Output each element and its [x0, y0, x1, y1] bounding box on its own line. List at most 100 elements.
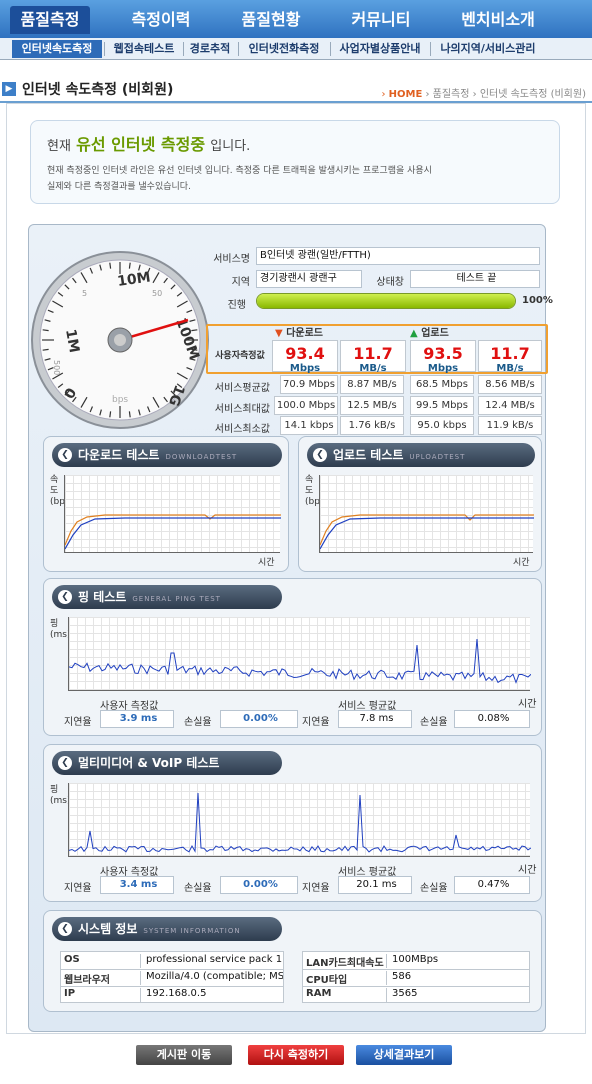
- user-up-mbps-unit: Mbps: [427, 363, 459, 374]
- voip-avg-latency: 20.1 ms: [338, 876, 412, 894]
- arrow-icon: ❮: [313, 448, 327, 462]
- notice-line-2: 실제와 다른 측정결과를 낼수있습니다.: [47, 182, 191, 192]
- system-info-header: ❮ 시스템 정보 SYSTEM INFORMATION: [52, 917, 282, 941]
- arrow-icon: ❮: [58, 756, 72, 770]
- notice-suffix: 입니다.: [210, 139, 251, 154]
- voip-user-loss: 0.00%: [220, 876, 298, 894]
- min-down-mbps: 14.1 kbps: [280, 416, 338, 435]
- tab-quality-measure[interactable]: 품질측정: [10, 6, 90, 34]
- gauge-unit: bps: [112, 395, 128, 405]
- lan-label: LAN카드최대속도: [303, 954, 387, 969]
- download-y-label: 속도(bps): [50, 475, 74, 507]
- voip-line: [69, 792, 531, 853]
- user-down-mbps-value: 93.4: [285, 344, 325, 363]
- max-down-mbs: 12.5 MB/s: [340, 396, 404, 415]
- user-measure-label: 사용자측정값: [215, 351, 265, 361]
- upload-y-label: 속도(bps): [305, 475, 329, 507]
- ping-avg-loss-label: 손실율: [420, 717, 448, 728]
- download-header: ▼ 다운로드: [275, 324, 323, 339]
- breadcrumb: › HOME › 품질측정 › 인터넷 속도측정 (비회원): [381, 89, 586, 100]
- max-up-mbs: 12.4 MB/s: [478, 396, 542, 415]
- ping-x-label: 시간: [518, 699, 537, 710]
- board-button[interactable]: 게시판 이동: [136, 1045, 232, 1065]
- ping-test-subtitle: GENERAL PING TEST: [132, 595, 221, 603]
- notice-title: 현재 유선 인터넷 측정중 입니다.: [47, 131, 250, 155]
- ping-user-latency: 3.9 ms: [100, 710, 174, 728]
- user-up-mbps: 93.5 Mbps: [410, 340, 476, 374]
- subtab-traceroute[interactable]: 경로추적: [184, 40, 236, 58]
- max-up-mbps: 99.5 Mbps: [410, 396, 474, 415]
- os-value: professional service pack 1 (: [146, 954, 283, 965]
- voip-user-latency-label: 지연율: [64, 883, 92, 894]
- ping-test-title: 핑 테스트: [78, 590, 127, 604]
- arrow-icon: ❮: [58, 922, 72, 936]
- status-label: 상태창: [376, 277, 404, 288]
- min-down-mbs: 1.76 kB/s: [340, 416, 404, 435]
- main-nav: 품질측정 측정이력 품질현황 커뮤니티 벤치비소개: [0, 0, 592, 38]
- breadcrumb-home[interactable]: HOME: [389, 89, 423, 100]
- tab-measure-history[interactable]: 측정이력: [116, 6, 206, 34]
- retest-button[interactable]: 다시 측정하기: [248, 1045, 344, 1065]
- notice-line-1: 현재 측정중인 인터넷 라인은 유선 인터넷 입니다. 측정중 다른 트래픽을 …: [47, 166, 432, 176]
- down-arrow-icon: ▼: [275, 328, 283, 339]
- upload-header-label: 업로드: [421, 328, 449, 339]
- gauge-label-5: 5: [82, 289, 87, 298]
- subtab-products[interactable]: 사업자별상품안내: [332, 40, 428, 58]
- gauge-label-500: 500: [52, 360, 61, 375]
- voip-avg-loss: 0.47%: [454, 876, 530, 894]
- system-info-section: ❮ 시스템 정보 SYSTEM INFORMATION OS professiona…: [43, 910, 542, 1012]
- ping-user-loss: 0.00%: [220, 710, 298, 728]
- download-test-section: ❮ 다운로드 테스트 DOWNLOADTEST 속도(bps) 시간: [43, 436, 289, 572]
- voip-chart: [68, 783, 531, 857]
- subtab-web-access[interactable]: 웹접속테스트: [106, 40, 182, 58]
- user-up-mbs-value: 11.7: [490, 344, 530, 363]
- download-header-label: 다운로드: [286, 328, 323, 339]
- download-chart: [64, 475, 281, 553]
- up-arrow-icon: ▲: [410, 328, 418, 339]
- user-down-mbs: 11.7 MB/s: [340, 340, 406, 374]
- user-down-mbps-unit: Mbps: [289, 363, 321, 374]
- upload-header: ▲ 업로드: [410, 324, 449, 339]
- tab-benchbee-intro[interactable]: 벤치비소개: [448, 6, 548, 34]
- download-test-subtitle: DOWNLOADTEST: [165, 453, 238, 461]
- sub-nav: 인터넷속도측정 웹접속테스트 경로추적 인터넷전화측정 사업자별상품안내 나의지…: [0, 38, 592, 60]
- breadcrumb-current: 인터넷 속도측정 (비회원): [479, 89, 586, 100]
- subtab-my-region[interactable]: 나의지역/서비스관리: [432, 40, 544, 58]
- subtab-speed-test[interactable]: 인터넷속도측정: [12, 40, 102, 58]
- notice-prefix: 현재: [47, 139, 71, 154]
- ping-user-latency-label: 지연율: [64, 717, 92, 728]
- min-row-label: 서비스최소값: [214, 424, 270, 435]
- avg-down-mbps: 70.9 Mbps: [280, 375, 338, 394]
- max-down-mbps: 100.0 Mbps: [274, 396, 338, 415]
- tab-community[interactable]: 커뮤니티: [336, 6, 426, 34]
- page-title: 인터넷 속도측정 (비회원): [22, 82, 174, 98]
- upload-chart: [319, 475, 534, 553]
- min-up-mbps: 95.0 kbps: [410, 416, 474, 435]
- progress-bar: [256, 293, 516, 309]
- avg-up-mbps: 68.5 Mbps: [410, 375, 474, 394]
- avg-up-mbs: 8.56 MB/s: [478, 375, 542, 394]
- avg-row-label: 서비스평균값: [214, 383, 270, 394]
- detail-result-button[interactable]: 상세결과보기: [356, 1045, 452, 1065]
- ip-value: 192.168.0.5: [146, 988, 207, 999]
- system-info-title: 시스템 정보: [78, 922, 138, 936]
- user-down-mbps: 93.4 Mbps: [272, 340, 338, 374]
- ping-line: [69, 638, 531, 684]
- arrow-icon: ❮: [58, 590, 72, 604]
- os-label: OS: [61, 954, 141, 968]
- ping-avg-loss: 0.08%: [454, 710, 530, 728]
- tab-quality-status[interactable]: 품질현황: [226, 6, 316, 34]
- ping-avg-latency: 7.8 ms: [338, 710, 412, 728]
- download-chart-lines: [65, 514, 281, 550]
- upload-test-section: ❮ 업로드 테스트 UPLOADTEST 속도(bps) 시간: [298, 436, 542, 572]
- notice-highlight: 유선 인터넷 측정중: [76, 135, 206, 154]
- status-field: 테스트 끝: [410, 270, 540, 288]
- subtab-voip-test[interactable]: 인터넷전화측정: [240, 40, 328, 58]
- breadcrumb-item[interactable]: 품질측정: [433, 89, 470, 100]
- download-line-user: [65, 517, 281, 550]
- download-x-label: 시간: [258, 558, 275, 568]
- voip-user-loss-label: 손실율: [184, 883, 212, 894]
- user-down-mbs-unit: MB/s: [359, 363, 387, 374]
- ping-user-loss-label: 손실율: [184, 717, 212, 728]
- voip-test-title: 멀티미디어 & VoIP 테스트: [78, 756, 220, 770]
